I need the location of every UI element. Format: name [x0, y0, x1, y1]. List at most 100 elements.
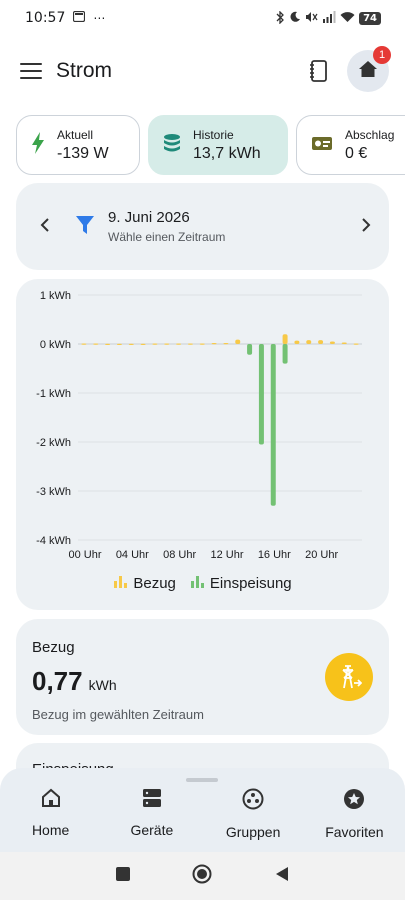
legend-bezug-label: Bezug	[133, 574, 176, 592]
bezug-title: Bezug	[32, 639, 75, 656]
signal-icon	[322, 11, 336, 25]
y-tick-label: 0 kWh	[40, 339, 71, 351]
wifi-icon	[340, 11, 355, 25]
next-period-chevron-icon[interactable]	[361, 216, 371, 237]
app-bar: Strom 1	[0, 46, 405, 94]
devices-icon	[142, 788, 162, 812]
nav-gruppen-label: Gruppen	[225, 824, 281, 840]
recents-square-icon[interactable]	[115, 866, 131, 886]
energy-bar-chart[interactable]: 1 kWh 0 kWh -1 kWh -2 kWh -3 kWh -4 kWh 00 Uhr…	[16, 279, 389, 569]
x-tick-label: 08 Uhr	[163, 549, 196, 561]
screen-record-icon	[73, 10, 86, 26]
home-outline-icon	[41, 788, 61, 812]
chip-abschlag[interactable]: Abschlag 0 €	[296, 115, 405, 175]
legend-item-bezug[interactable]: Bezug	[113, 574, 176, 592]
bar-bezug	[93, 343, 99, 345]
y-tick-label: -1 kWh	[36, 388, 71, 400]
summary-chips-row: Aktuell -139 W Historie 13,7 kWh Abschla…	[0, 110, 405, 180]
notebook-icon[interactable]	[307, 59, 331, 83]
power-grid-icon	[325, 653, 373, 701]
bar-bezug	[223, 343, 229, 345]
nav-favoriten[interactable]: Favoriten	[304, 788, 405, 840]
notification-badge: 1	[373, 46, 391, 64]
bar-bezug	[282, 334, 288, 344]
bar-bezug	[152, 343, 158, 345]
energy-chart-card: 1 kWh 0 kWh -1 kWh -2 kWh -3 kWh -4 kWh 00 Uhr…	[16, 279, 389, 610]
lightning-icon	[31, 132, 45, 158]
bar-chart-icon-green	[190, 574, 204, 592]
x-tick-label: 04 Uhr	[116, 549, 149, 561]
chip-aktuell[interactable]: Aktuell -139 W	[16, 115, 140, 175]
bezug-summary-card[interactable]: Bezug 0,77 kWh Bezug im gewählten Zeitra…	[16, 619, 389, 735]
bar-bezug	[211, 343, 217, 345]
menu-icon[interactable]	[20, 63, 42, 79]
y-tick-label: -3 kWh	[36, 486, 71, 498]
star-icon	[343, 788, 365, 814]
nav-geraete[interactable]: Geräte	[101, 788, 202, 840]
home-notification-button[interactable]: 1	[347, 46, 391, 92]
bar-einspeisung	[247, 344, 253, 355]
page-title: Strom	[56, 59, 113, 82]
legend-item-einspeisung[interactable]: Einspeisung	[190, 574, 292, 592]
y-tick-label: -2 kWh	[36, 437, 71, 449]
bezug-description: Bezug im gewählten Zeitraum	[32, 707, 204, 722]
bar-bezug	[318, 340, 324, 344]
nav-gruppen[interactable]: Gruppen	[203, 788, 304, 840]
battery-indicator: 74	[359, 11, 381, 25]
date-range-card: 9. Juni 2026 Wähle einen Zeitraum	[16, 183, 389, 270]
mute-icon	[305, 11, 318, 25]
database-icon	[163, 133, 181, 157]
chip-aktuell-value: -139 W	[57, 144, 109, 162]
bottom-navigation: Home Geräte Gruppen Favoriten	[0, 768, 405, 852]
bezug-value: 0,77	[32, 666, 83, 696]
groups-icon	[242, 788, 264, 814]
status-time: 10:57	[25, 10, 66, 26]
nav-home[interactable]: Home	[0, 788, 101, 840]
home-circle-icon[interactable]	[192, 864, 212, 888]
chip-historie-label: Historie	[193, 127, 234, 142]
x-tick-label: 20 Uhr	[305, 549, 338, 561]
bar-bezug	[128, 343, 134, 345]
selected-date: 9. Juni 2026	[108, 209, 190, 226]
bar-bezug	[176, 343, 182, 345]
bar-bezug	[341, 342, 347, 344]
bar-bezug	[140, 343, 146, 345]
bar-einspeisung	[282, 344, 288, 364]
back-triangle-icon[interactable]	[274, 866, 290, 886]
chip-abschlag-value: 0 €	[345, 144, 368, 162]
bluetooth-icon	[275, 9, 285, 26]
filter-icon	[76, 215, 94, 239]
bar-bezug	[235, 339, 241, 344]
chip-aktuell-label: Aktuell	[57, 127, 94, 142]
bar-chart-icon-yellow	[113, 574, 128, 592]
bar-einspeisung	[270, 344, 276, 506]
bezug-unit: kWh	[88, 677, 117, 693]
x-tick-label: 12 Uhr	[210, 549, 243, 561]
y-tick-label: -4 kWh	[36, 535, 71, 547]
drag-handle[interactable]	[186, 778, 218, 782]
bar-bezug	[116, 343, 122, 345]
legend-einspeisung-label: Einspeisung	[209, 574, 292, 592]
bar-bezug	[329, 341, 335, 344]
chip-historie-value: 13,7 kWh	[193, 144, 261, 162]
nav-favoriten-label: Favoriten	[325, 824, 384, 840]
money-icon	[311, 134, 333, 156]
date-range-selector[interactable]: 9. Juni 2026 Wähle einen Zeitraum	[76, 209, 225, 244]
date-range-hint: Wähle einen Zeitraum	[108, 230, 226, 244]
nav-home-label: Home	[31, 822, 70, 838]
system-navigation-bar	[0, 852, 405, 900]
bar-bezug	[199, 343, 205, 345]
chip-historie[interactable]: Historie 13,7 kWh	[148, 115, 288, 175]
bar-bezug	[187, 343, 193, 345]
chip-abschlag-label: Abschlag	[345, 127, 395, 142]
bar-bezug	[306, 340, 312, 344]
bar-bezug	[164, 343, 170, 345]
bar-einspeisung	[258, 344, 264, 445]
bar-bezug	[353, 343, 359, 345]
bar-bezug	[105, 343, 111, 345]
status-bar: 10:57 ⋯ 74	[0, 0, 405, 36]
more-notifications-icon: ⋯	[93, 11, 106, 25]
x-tick-label: 16 Uhr	[258, 549, 291, 561]
previous-period-chevron-icon[interactable]	[40, 216, 50, 237]
dnd-moon-icon	[289, 11, 301, 25]
